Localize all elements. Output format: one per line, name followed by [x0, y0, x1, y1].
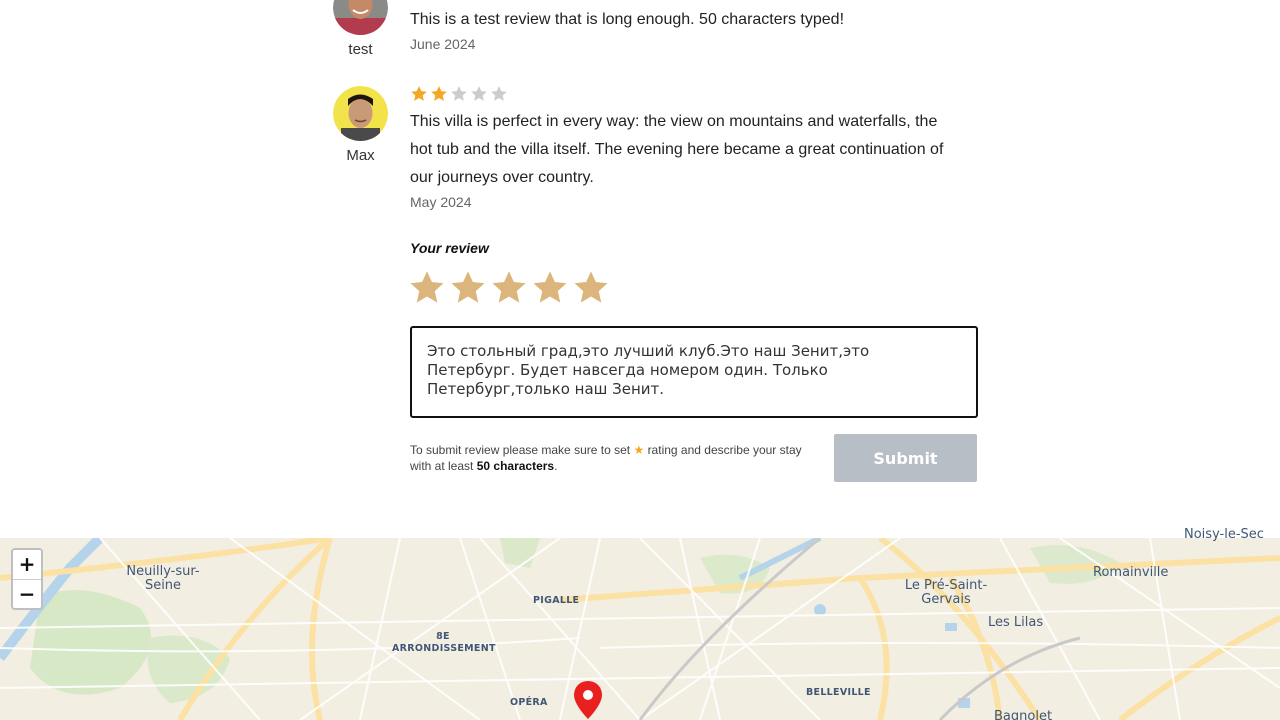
star-icon [451, 86, 467, 101]
your-review-heading: Your review [410, 240, 489, 256]
rating-star-icon[interactable] [449, 269, 487, 307]
map-label: Neuilly-sur-Seine [126, 564, 200, 593]
map-label: Le Pré-Saint-Gervais [904, 578, 988, 607]
review-body: This is a test review that is long enoug… [410, 6, 950, 52]
hint-bold: 50 characters [476, 459, 555, 473]
avatar [333, 0, 388, 35]
submit-hint: To submit review please make sure to set… [410, 442, 810, 474]
map-label: Romainville [1093, 565, 1169, 580]
rating-star-icon[interactable] [572, 269, 610, 307]
submit-button[interactable]: Submit [834, 434, 977, 482]
map-label: Noisy-le-Sec [1184, 527, 1264, 542]
author-name: Max [346, 147, 375, 164]
reviews-section: test This is a test review that is long … [0, 0, 1280, 538]
hint-prefix: To submit review please make sure to set [410, 443, 631, 457]
avatar [333, 86, 388, 141]
rating-star-icon[interactable] [531, 269, 569, 307]
review-author: test [333, 0, 388, 58]
map-label: 8E ARRONDISSEMENT [392, 631, 496, 654]
star-icon [431, 86, 447, 101]
review-rating [410, 84, 950, 104]
map-label: PIGALLE [533, 595, 580, 606]
map-pin-icon[interactable] [572, 680, 604, 720]
review-author: Max [333, 86, 388, 164]
star-icon [471, 86, 487, 101]
map-label: Les Lilas [988, 615, 1044, 630]
review-text: This villa is perfect in every way: the … [410, 113, 944, 186]
review-text: This is a test review that is long enoug… [410, 11, 845, 28]
star-icon: ★ [633, 443, 645, 457]
zoom-control: + − [11, 548, 43, 610]
rating-star-icon[interactable] [408, 269, 446, 307]
map-label: Bagnolet [994, 709, 1053, 720]
rating-picker[interactable] [408, 269, 610, 307]
hint-suffix: . [554, 459, 558, 473]
review-textarea[interactable] [410, 326, 978, 418]
review-date: June 2024 [410, 36, 476, 52]
map-label: BELLEVILLE [806, 687, 871, 698]
zoom-out-button[interactable]: − [13, 579, 41, 608]
zoom-in-button[interactable]: + [13, 550, 41, 579]
star-icon [411, 86, 427, 101]
review-date: May 2024 [410, 194, 472, 210]
author-name: test [348, 41, 373, 58]
rating-star-icon[interactable] [490, 269, 528, 307]
star-icon [491, 86, 507, 101]
map-label: OPÉRA [510, 697, 548, 708]
review-body: This villa is perfect in every way: the … [410, 84, 950, 210]
